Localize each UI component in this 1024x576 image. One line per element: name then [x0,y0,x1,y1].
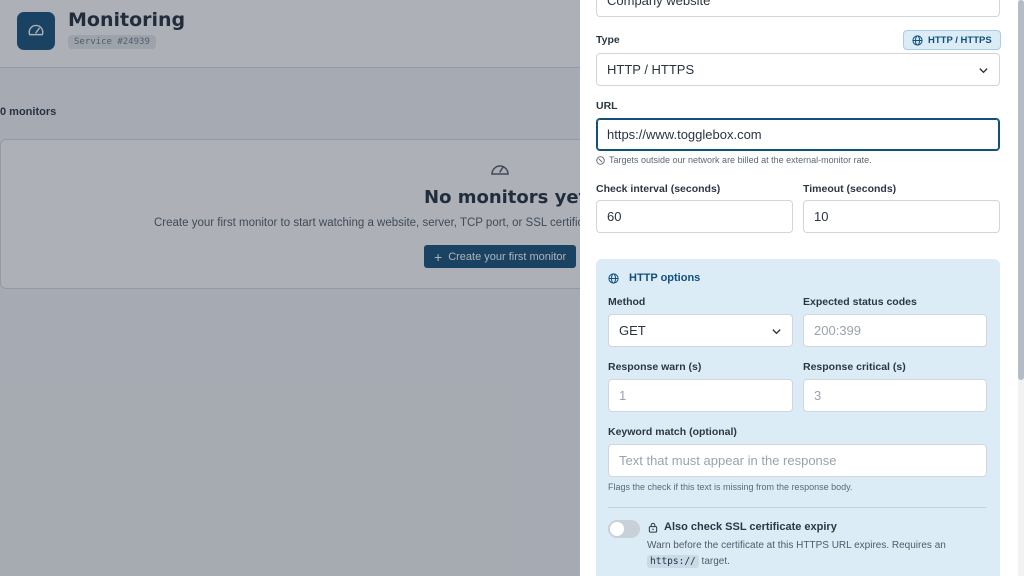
ssl-expiry-description: Warn before the certificate at this HTTP… [647,538,977,570]
status-codes-placeholder: 200:399 [814,323,861,338]
ssl-expiry-title: Also check SSL certificate expiry [648,521,837,533]
type-badge-label: HTTP / HTTPS [928,34,992,46]
keyword-placeholder: Text that must appear in the response [619,453,837,468]
type-select-value: HTTP / HTTPS [607,62,695,77]
chevron-down-icon [772,329,781,335]
keyword-input[interactable]: Text that must appear in the response [608,444,987,477]
monitor-name-input[interactable]: Company website [596,0,1000,17]
response-warn-input[interactable]: 1 [608,379,793,412]
ssl-desc-code: https:// [647,555,699,568]
method-select[interactable]: GET [608,314,793,347]
ssl-expiry-toggle[interactable] [608,520,640,538]
url-hint-text: Targets outside our network are billed a… [609,155,872,165]
ssl-desc-suffix: target. [701,556,730,567]
type-select[interactable]: HTTP / HTTPS [596,53,1000,86]
ssl-expiry-title-text: Also check SSL certificate expiry [664,521,837,533]
chevron-down-icon [979,68,988,74]
create-monitor-drawer: Company website Type HTTP / HTTPS HTTP /… [580,0,1024,576]
info-circle-icon [596,155,605,165]
url-input[interactable]: https://www.togglebox.com [596,118,1000,151]
lock-icon [648,522,658,533]
drawer-scrollbar[interactable] [1018,0,1024,576]
status-codes-label: Expected status codes [803,296,917,308]
keyword-label: Keyword match (optional) [608,426,737,438]
type-label: Type [596,34,620,46]
http-options-panel: HTTP options Method GET Expected status … [596,259,1000,576]
url-label: URL [596,100,618,112]
method-label: Method [608,296,646,308]
interval-label: Check interval (seconds) [596,183,721,195]
globe-icon [912,34,923,46]
url-value: https://www.togglebox.com [607,127,762,142]
interval-input[interactable]: 60 [596,200,793,233]
response-warn-label: Response warn (s) [608,361,702,373]
url-hint: Targets outside our network are billed a… [596,155,872,165]
status-codes-input[interactable]: 200:399 [803,314,987,347]
timeout-value: 10 [814,209,829,224]
http-options-header: HTTP options [608,272,700,284]
scrollbar-thumb[interactable] [1018,0,1024,380]
http-options-title: HTTP options [629,272,701,284]
panel-divider [608,507,986,508]
globe-icon [608,272,619,284]
response-critical-placeholder: 3 [814,388,822,403]
type-badge: HTTP / HTTPS [903,30,1001,50]
response-critical-label: Response critical (s) [803,361,906,373]
ssl-desc-text: Warn before the certificate at this HTTP… [647,540,946,551]
interval-value: 60 [607,209,622,224]
keyword-hint: Flags the check if this text is missing … [608,482,853,492]
response-warn-placeholder: 1 [619,388,627,403]
timeout-input[interactable]: 10 [803,200,1000,233]
method-value: GET [619,323,646,338]
timeout-label: Timeout (seconds) [803,183,897,195]
toggle-knob [610,522,624,536]
monitor-name-value: Company website [607,0,711,8]
response-critical-input[interactable]: 3 [803,379,987,412]
